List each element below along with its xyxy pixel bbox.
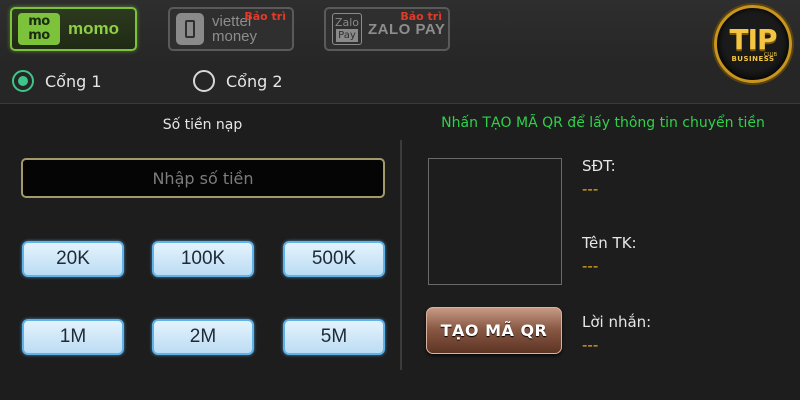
amount-chip-1m[interactable]: 1M: [22, 319, 124, 355]
viettel-money-payment-button[interactable]: viettel money Bảo trì: [168, 7, 294, 51]
zalo-logo-bottom: Pay: [336, 29, 358, 42]
zalopay-label: ZALO PAY: [368, 20, 446, 38]
gateway-option-2[interactable]: Cổng 2: [193, 70, 283, 92]
amount-chip-500k[interactable]: 500K: [283, 241, 385, 277]
amount-chip-2m[interactable]: 2M: [152, 319, 254, 355]
momo-logo-bottom: mo: [28, 28, 50, 43]
panel-divider: [400, 140, 402, 370]
gateway-option-1[interactable]: Cổng 1: [12, 70, 102, 92]
zalo-logo-top: Zalo: [334, 16, 360, 29]
amount-chip-5m[interactable]: 5M: [283, 319, 385, 355]
zalopay-payment-button[interactable]: Zalo Pay ZALO PAY Bảo trì: [324, 7, 450, 51]
amount-chip-100k[interactable]: 100K: [152, 241, 254, 277]
message-value: ---: [582, 336, 599, 354]
gateway-label: Cổng 2: [226, 71, 283, 91]
radio-unselected-icon[interactable]: [193, 70, 215, 92]
maintenance-badge: Bảo trì: [244, 10, 286, 23]
brand-logo-main: TIP: [729, 22, 777, 56]
radio-selected-icon[interactable]: [12, 70, 34, 92]
create-qr-button[interactable]: TẠO MÃ QR: [426, 307, 562, 354]
momo-payment-button[interactable]: mo mo momo: [10, 7, 137, 51]
brand-logo: TIP BUSINESS CLUB: [714, 5, 792, 83]
gateway-label: Cổng 1: [45, 71, 102, 91]
brand-logo-club: CLUB: [763, 52, 777, 58]
phone-label: SĐT:: [582, 157, 616, 175]
amount-input[interactable]: [21, 158, 385, 198]
momo-label: momo: [68, 19, 119, 38]
message-label: Lời nhắn:: [582, 313, 652, 331]
account-name-label: Tên TK:: [582, 234, 637, 252]
momo-logo-top: mo: [28, 14, 50, 29]
qr-instruction: Nhấn TẠO MÃ QR để lấy thông tin chuyển t…: [441, 115, 765, 131]
amount-chip-20k[interactable]: 20K: [22, 241, 124, 277]
viettel-label-bottom: money: [212, 28, 258, 45]
qr-code-area: [428, 158, 562, 285]
deposit-amount-title: Số tiền nạp: [162, 117, 243, 133]
maintenance-badge: Bảo trì: [400, 10, 442, 23]
phone-icon: [176, 13, 204, 45]
zalopay-logo-icon: Zalo Pay: [332, 13, 362, 45]
momo-logo-icon: mo mo: [18, 13, 60, 45]
account-name-value: ---: [582, 257, 599, 275]
phone-value: ---: [582, 180, 599, 198]
